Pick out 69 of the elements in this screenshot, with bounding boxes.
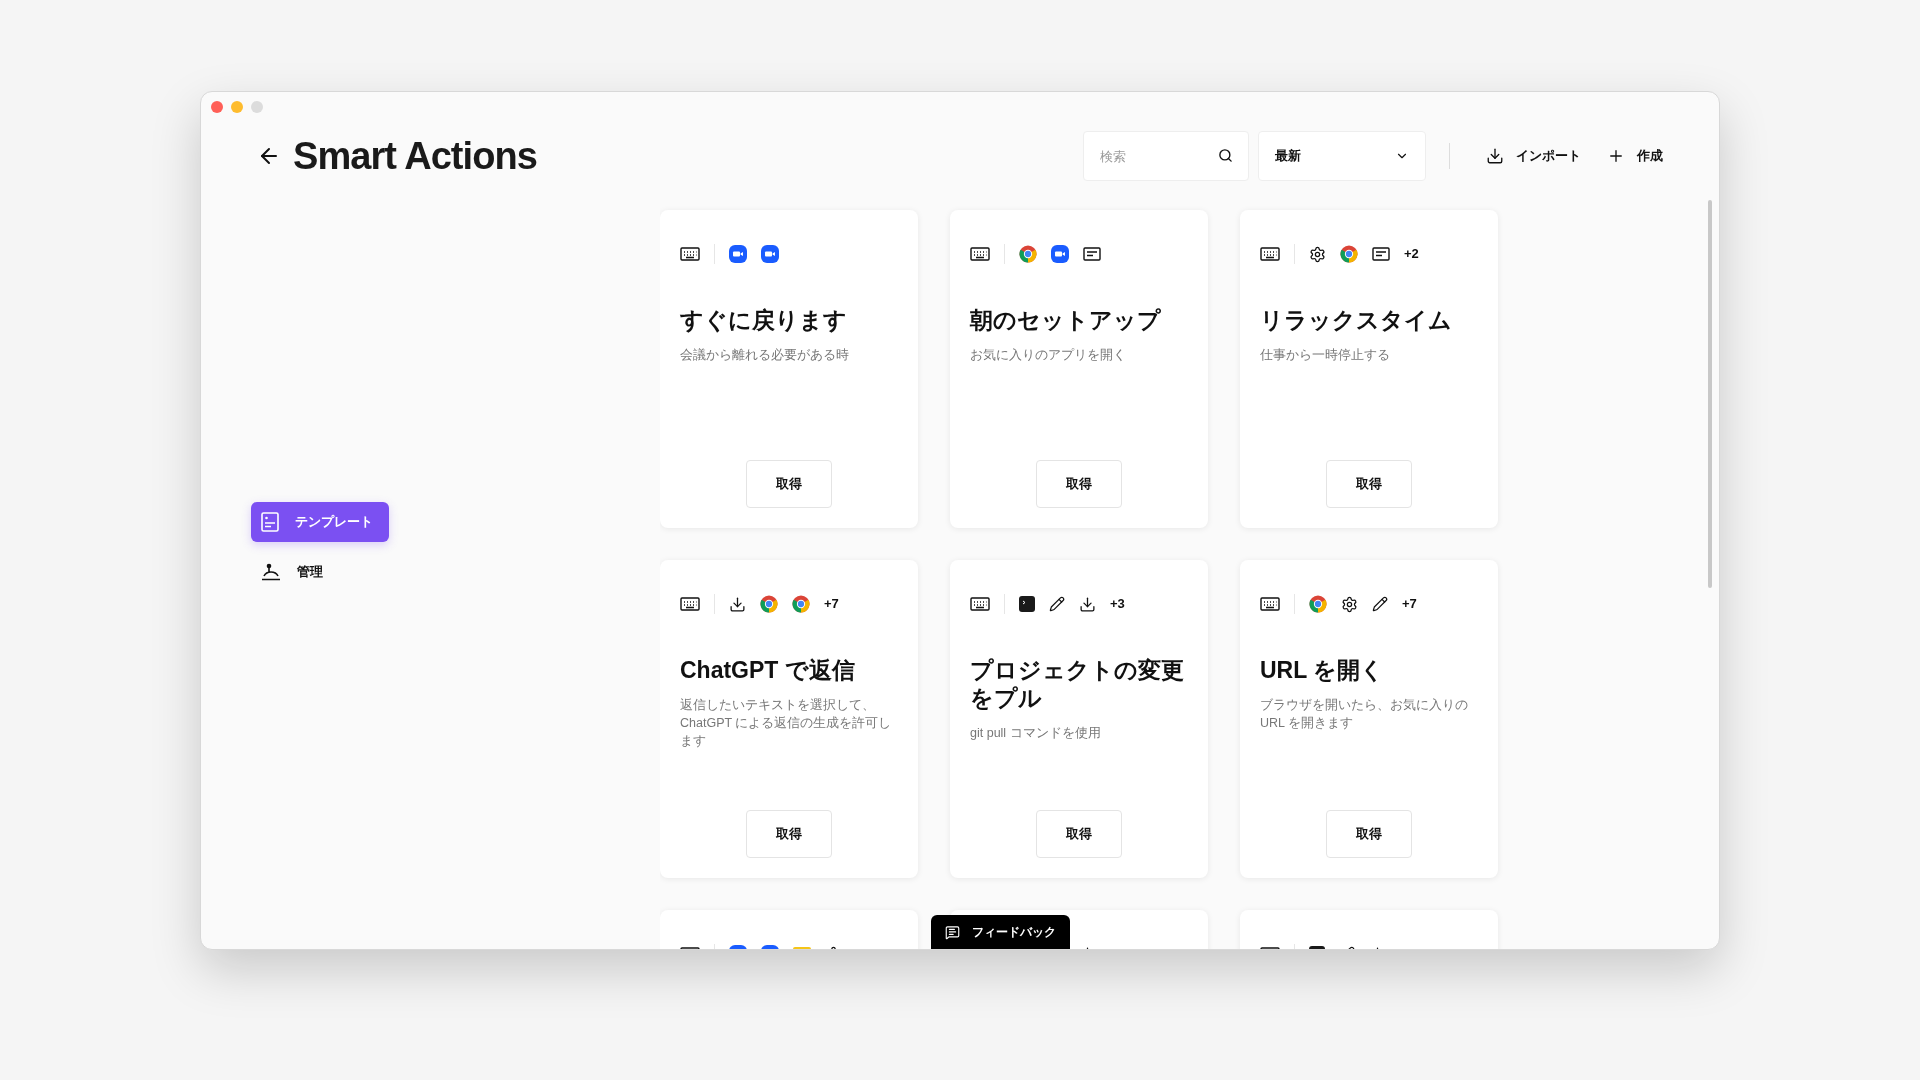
chrome-icon bbox=[1309, 595, 1327, 613]
action-card[interactable]: 朝のセットアップ お気に入りのアプリを開く 取得 bbox=[950, 210, 1208, 528]
settings-icon bbox=[1309, 245, 1326, 263]
action-card[interactable]: +7 URL を開く ブラウザを開いたら、お気に入りの URL を開きます 取得 bbox=[1240, 560, 1498, 878]
sort-dropdown[interactable]: 最新 bbox=[1258, 131, 1426, 181]
chrome-icon bbox=[792, 595, 810, 613]
card-title: 朝のセットアップ bbox=[970, 306, 1162, 334]
terminal-icon bbox=[1019, 596, 1035, 612]
page-title: Smart Actions bbox=[293, 133, 537, 179]
search-field[interactable]: 検索 bbox=[1083, 131, 1249, 181]
card-title: すぐに戻ります bbox=[680, 306, 848, 334]
sidebar-item[interactable]: 管理 bbox=[251, 552, 389, 592]
get-button[interactable]: 取得 bbox=[746, 460, 832, 508]
minimize-window-button[interactable] bbox=[231, 101, 243, 113]
camera-app-icon bbox=[1051, 245, 1069, 263]
keyboard-icon bbox=[970, 597, 990, 611]
keyboard-icon bbox=[680, 597, 700, 611]
import-button[interactable]: インポート bbox=[1486, 146, 1581, 166]
more-count: +7 bbox=[1402, 595, 1417, 614]
card-title: ChatGPT で返信 bbox=[680, 656, 856, 684]
more-count: +3 bbox=[1110, 595, 1125, 614]
message-window-icon bbox=[1372, 247, 1390, 261]
keyboard-icon bbox=[680, 247, 700, 261]
get-button[interactable]: 取得 bbox=[1326, 460, 1412, 508]
camera-app-icon bbox=[761, 245, 779, 263]
message-icon bbox=[945, 924, 960, 940]
card-description: 仕事から一時停止する bbox=[1260, 347, 1391, 364]
get-button[interactable]: 取得 bbox=[1036, 810, 1122, 858]
get-button[interactable]: 取得 bbox=[1036, 460, 1122, 508]
get-button[interactable]: 取得 bbox=[1326, 810, 1412, 858]
action-card[interactable]: +7 ChatGPT で返信 返信したいテキストを選択して、ChatGPT による返信の生成を許可します 取得 bbox=[660, 560, 918, 878]
keyboard-icon bbox=[1260, 247, 1280, 261]
create-button[interactable]: 作成 bbox=[1607, 146, 1663, 166]
download-icon bbox=[729, 595, 746, 613]
keyboard-icon bbox=[970, 247, 990, 261]
card-description: git pull コマンドを使用 bbox=[970, 725, 1102, 742]
camera-app-icon bbox=[729, 245, 747, 263]
chrome-icon bbox=[760, 595, 778, 613]
card-title: プロジェクトの変更をプル bbox=[970, 656, 1185, 712]
joystick-icon bbox=[261, 563, 281, 581]
download-icon bbox=[1486, 147, 1504, 165]
card-description: 返信したいテキストを選択して、ChatGPT による返信の生成を許可します bbox=[680, 697, 893, 750]
settings-icon bbox=[1341, 595, 1358, 613]
keyboard-icon bbox=[1260, 597, 1280, 611]
scrollbar-thumb[interactable] bbox=[1708, 200, 1712, 588]
card-description: お気に入りのアプリを開く bbox=[970, 347, 1127, 364]
more-count: +7 bbox=[824, 595, 839, 614]
card-description: 会議から離れる必要がある時 bbox=[680, 347, 850, 364]
action-card[interactable]: すぐに戻ります 会議から離れる必要がある時 取得 bbox=[660, 210, 918, 528]
zoom-window-button[interactable] bbox=[251, 101, 263, 113]
search-icon bbox=[1218, 148, 1233, 163]
feedback-button[interactable]: フィードバック bbox=[931, 915, 1070, 949]
action-card[interactable]: +2 リラックスタイム 仕事から一時停止する 取得 bbox=[1240, 210, 1498, 528]
chrome-icon bbox=[1340, 245, 1358, 263]
card-description: ブラウザを開いたら、お気に入りの URL を開きます bbox=[1260, 697, 1469, 732]
sidebar-item[interactable]: テンプレート bbox=[251, 502, 389, 542]
pencil-icon bbox=[1049, 596, 1065, 612]
pencil-icon bbox=[1372, 596, 1388, 612]
download-icon bbox=[1079, 595, 1096, 613]
close-window-button[interactable] bbox=[211, 101, 223, 113]
get-button[interactable]: 取得 bbox=[746, 810, 832, 858]
chrome-icon bbox=[1019, 245, 1037, 263]
action-card[interactable]: +3 プロジェクトの変更をプル git pull コマンドを使用 取得 bbox=[950, 560, 1208, 878]
message-window-icon bbox=[1083, 247, 1101, 261]
card-title: リラックスタイム bbox=[1260, 306, 1453, 334]
more-count: +2 bbox=[1404, 245, 1419, 264]
document-icon bbox=[261, 512, 279, 532]
plus-icon bbox=[1607, 147, 1625, 165]
card-title: URL を開く bbox=[1260, 656, 1386, 684]
